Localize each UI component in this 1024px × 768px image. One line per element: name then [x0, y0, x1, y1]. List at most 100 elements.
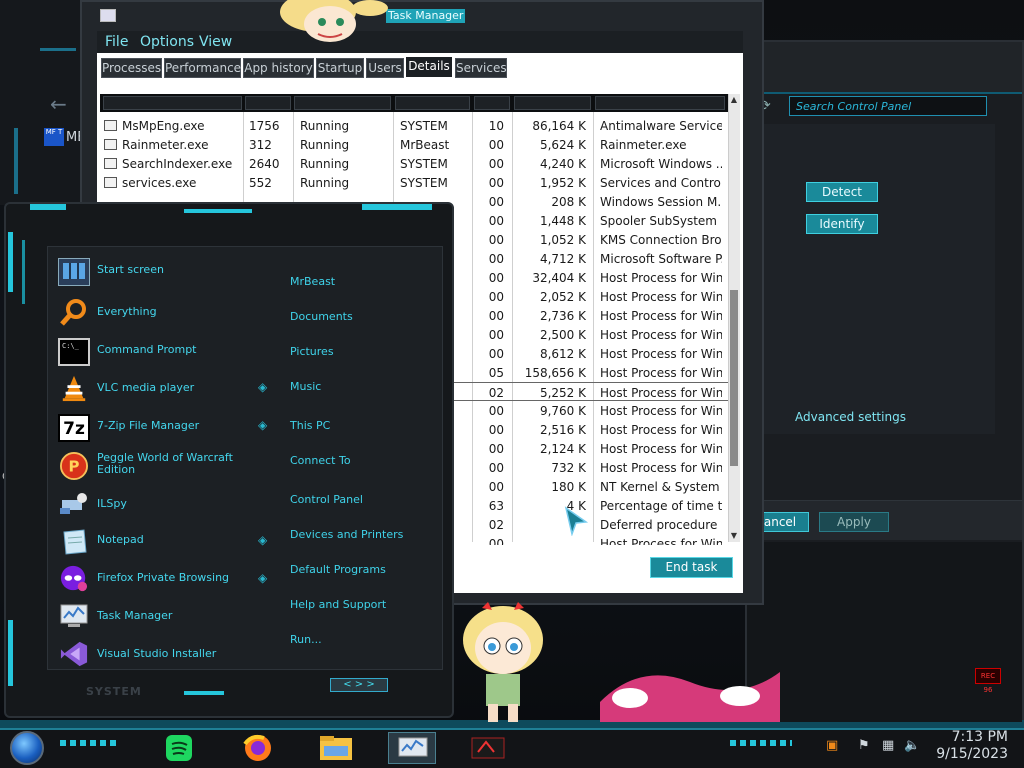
tab-startup[interactable]: Startup: [316, 58, 364, 78]
start-item-everything[interactable]: Everything: [58, 296, 258, 326]
tab-users[interactable]: Users: [366, 58, 404, 78]
process-row[interactable]: SearchIndexer.exe 2640 Running SYSTEM 00 4,24…: [100, 154, 728, 173]
process-cpu-text: 00: [488, 404, 504, 418]
start-link-music[interactable]: Music: [290, 380, 321, 393]
start-item-firefox-private[interactable]: Firefox Private Browsing: [58, 562, 258, 592]
app-icon[interactable]: ▣: [826, 738, 838, 753]
column-header-pid[interactable]: [245, 96, 291, 110]
mouse-cursor-icon: [564, 506, 589, 536]
advanced-settings-link[interactable]: Advanced settings: [795, 410, 906, 424]
end-task-button[interactable]: End task: [650, 557, 733, 578]
process-memory-text: 2,516 K: [539, 423, 586, 437]
start-link-help-and-support[interactable]: Help and Support: [290, 598, 386, 611]
tab-services[interactable]: Services: [455, 58, 507, 78]
process-row[interactable]: MsMpEng.exe 1756 Running SYSTEM 10 86,164 K An…: [100, 116, 728, 135]
process-user-text: SYSTEM: [400, 119, 448, 133]
start-link-devices-and-printers[interactable]: Devices and Printers: [290, 528, 403, 541]
process-memory: 180 K: [518, 479, 586, 495]
process-description-text: Microsoft Software P...: [600, 252, 722, 266]
process-description-text: Windows Session M...: [600, 195, 722, 209]
start-item-command-prompt[interactable]: C:\_ Command Prompt: [58, 336, 258, 366]
start-item-ilspy[interactable]: ILSpy: [58, 488, 258, 518]
flag-icon[interactable]: ⚑: [858, 738, 870, 753]
start-item-visual-studio-installer[interactable]: Visual Studio Installer: [58, 638, 258, 668]
start-item-label: Task Manager: [97, 609, 173, 622]
submenu-arrow-icon[interactable]: ◈: [258, 381, 270, 393]
tab-performance[interactable]: Performance: [164, 58, 241, 78]
back-arrow-icon[interactable]: ←: [50, 92, 67, 116]
network-icon[interactable]: ▦: [882, 738, 894, 753]
process-cpu: 00: [474, 213, 504, 229]
detect-button[interactable]: Detect: [806, 182, 878, 202]
start-link-default-programs[interactable]: Default Programs: [290, 563, 386, 576]
column-header-status[interactable]: [294, 96, 391, 110]
start-link-this-pc[interactable]: This PC: [290, 419, 330, 432]
process-description: Host Process for Win...: [600, 385, 722, 401]
start-item-start-screen[interactable]: Start screen: [58, 256, 258, 286]
scrollbar-thumb[interactable]: [730, 290, 738, 466]
process-row[interactable]: Rainmeter.exe 312 Running MrBeast 00 5,624 K R…: [100, 135, 728, 154]
start-item-notepad[interactable]: Notepad: [58, 526, 258, 556]
start-menu-accent: [184, 691, 224, 695]
process-memory: 2,124 K: [518, 441, 586, 457]
start-menu-accent: [30, 204, 66, 210]
mft-icon[interactable]: MF T: [44, 128, 64, 146]
process-description: Percentage of time t...: [600, 498, 722, 514]
submenu-arrow-icon[interactable]: ◈: [258, 419, 270, 431]
magnifier-icon: [60, 299, 86, 326]
taskbar-app-file-explorer[interactable]: [312, 732, 360, 764]
column-header-description[interactable]: [595, 96, 725, 110]
taskbar-clock[interactable]: 7:13 PM 9/15/2023: [936, 729, 1008, 763]
start-link-run[interactable]: Run...: [290, 633, 322, 646]
scroll-up-arrow-icon[interactable]: ▲: [729, 94, 739, 106]
menu-view[interactable]: View: [199, 34, 232, 50]
tab-app-history[interactable]: App history: [243, 58, 314, 78]
taskbar-accent: [730, 740, 792, 746]
column-header-user[interactable]: [395, 96, 470, 110]
start-link-documents[interactable]: Documents: [290, 310, 353, 323]
start-item-7zip[interactable]: 7z 7-Zip File Manager: [58, 412, 258, 442]
volume-icon[interactable]: 🔈: [904, 738, 920, 753]
process-pid: 2640: [249, 156, 289, 172]
process-description-text: Host Process for Win...: [600, 442, 722, 456]
start-menu-nav-arrows[interactable]: < > >: [330, 678, 388, 692]
column-header-cpu[interactable]: [474, 96, 510, 110]
start-link-connect-to[interactable]: Connect To: [290, 454, 351, 467]
start-item-label: 7-Zip File Manager: [97, 419, 200, 432]
notepad-icon: [63, 529, 87, 555]
column-header-name[interactable]: [103, 96, 242, 110]
start-link-pictures[interactable]: Pictures: [290, 345, 334, 358]
process-cpu: 00: [474, 175, 504, 191]
start-item-vlc[interactable]: VLC media player: [58, 372, 258, 402]
tab-details[interactable]: Details: [405, 56, 453, 78]
menu-file[interactable]: File: [105, 34, 128, 50]
start-item-task-manager[interactable]: Task Manager: [58, 600, 258, 630]
process-cpu-text: 00: [488, 233, 504, 247]
identify-button[interactable]: Identify: [806, 214, 878, 234]
process-description-text: Host Process for Win...: [600, 366, 722, 380]
taskbar-app-firefox[interactable]: [234, 732, 282, 764]
start-link-user-folder[interactable]: MrBeast: [290, 275, 335, 288]
process-pid-text: 1756: [249, 119, 280, 133]
menu-options[interactable]: Options: [140, 34, 194, 50]
process-pid: 1756: [249, 118, 289, 134]
scroll-down-arrow-icon[interactable]: ▼: [729, 530, 739, 542]
taskbar-app-spotify[interactable]: [156, 732, 204, 764]
process-cpu-text: 00: [488, 309, 504, 323]
process-cpu-text: 00: [488, 290, 504, 304]
tab-processes[interactable]: Processes: [101, 58, 162, 78]
taskbar-app-task-manager[interactable]: [388, 732, 436, 764]
start-item-peggle[interactable]: P Peggle World of Warcraft Edition: [58, 450, 258, 486]
apply-button[interactable]: Apply: [819, 512, 889, 532]
start-button[interactable]: [10, 731, 44, 765]
process-cpu: 00: [474, 346, 504, 362]
submenu-arrow-icon[interactable]: ◈: [258, 534, 270, 546]
process-memory-text: 732 K: [551, 461, 586, 475]
process-row[interactable]: services.exe 552 Running SYSTEM 00 1,952 K Ser…: [100, 173, 728, 192]
control-panel-search-input[interactable]: Search Control Panel: [789, 96, 987, 116]
column-header-memory[interactable]: [514, 96, 591, 110]
submenu-arrow-icon[interactable]: ◈: [258, 572, 270, 584]
start-link-control-panel[interactable]: Control Panel: [290, 493, 363, 506]
taskbar-app-rainmeter[interactable]: [464, 732, 512, 764]
process-status-text: Running: [300, 176, 350, 190]
